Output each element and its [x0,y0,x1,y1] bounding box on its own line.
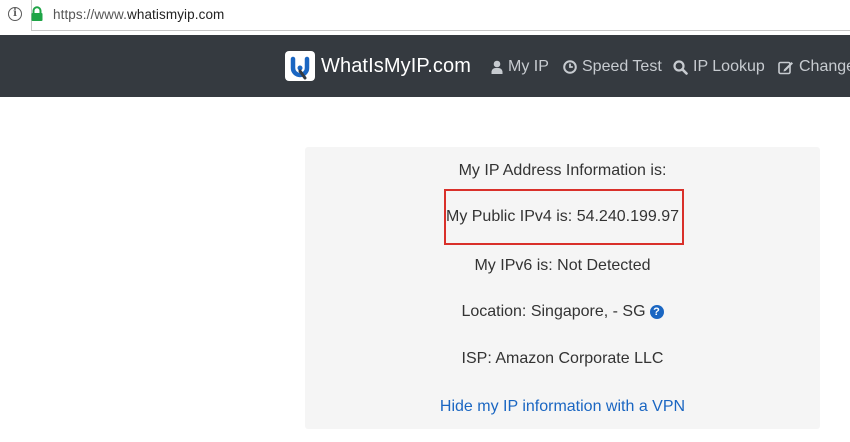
ipv6-status: My IPv6 is: Not Detected [474,257,651,274]
lock-icon [31,6,43,21]
url-text: https://www.whatismyip.com [53,7,224,22]
nav-item-my-ip[interactable]: My IP [491,57,549,77]
url-host: whatismyip.com [126,7,225,22]
edit-icon [778,61,793,74]
url-scheme: https://www. [53,7,127,22]
nav-item-change[interactable]: Change [778,57,850,77]
brand-logo-icon [285,51,315,81]
nav-item-speed-test[interactable]: Speed Test [563,57,662,77]
site-navbar: WhatIsMyIP.com My IP Speed Test IP Looku… [0,35,850,97]
vpn-link[interactable]: Hide my IP information with a VPN [440,398,685,415]
search-icon [673,59,688,75]
user-icon [491,60,503,74]
location-row: Location: Singapore, - SG? [305,303,820,321]
info-icon[interactable]: i [8,7,22,21]
nav-item-label: Change [799,58,850,75]
isp-row: ISP: Amazon Corporate LLC [461,350,664,367]
help-icon[interactable]: ? [649,305,664,319]
clock-icon [563,60,577,74]
nav-item-label: Speed Test [582,58,662,75]
nav-item-label: IP Lookup [693,58,765,75]
nav-item-label: My IP [508,58,549,75]
vpn-row: Hide my IP information with a VPN [305,398,820,416]
location-text: Location: Singapore, - SG [461,303,646,320]
brand-link[interactable]: WhatIsMyIP.com [285,50,471,82]
url-field[interactable]: https://www.whatismyip.com [31,0,850,31]
brand-text: WhatIsMyIP.com [321,54,471,77]
nav-item-ip-lookup[interactable]: IP Lookup [673,57,765,77]
panel-heading: My IP Address Information is: [458,162,667,179]
ipv4-highlight-box [444,189,684,245]
browser-address-bar: i https://www.whatismyip.com [0,0,850,33]
